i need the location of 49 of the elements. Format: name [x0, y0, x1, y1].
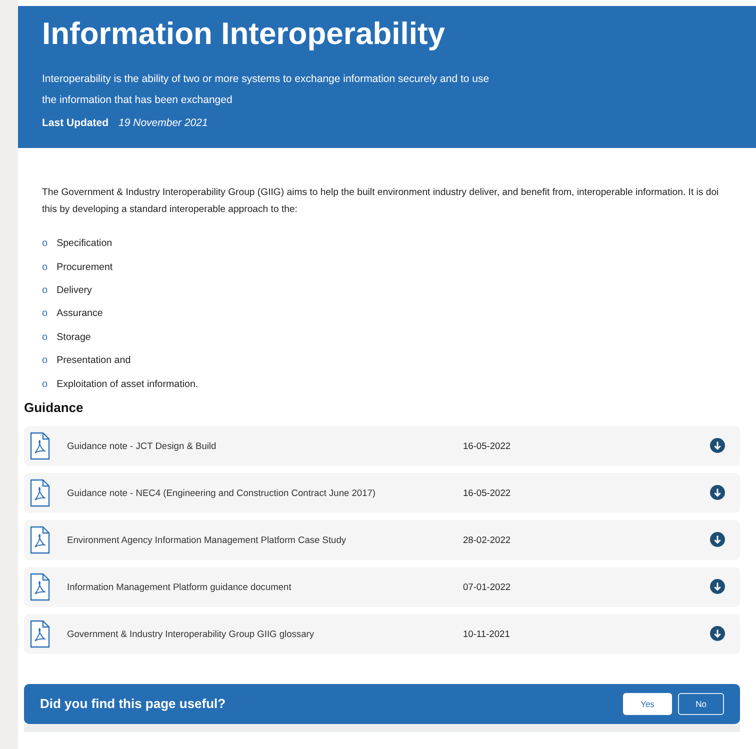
page-title: Information Interoperability	[42, 16, 446, 52]
list-item: Assurance	[56, 308, 103, 320]
document-date: 16-05-2022	[463, 488, 512, 498]
bullet-marker: o	[42, 378, 48, 390]
pdf-file-icon	[30, 432, 50, 460]
bullet-marker: o	[42, 284, 48, 296]
document-row[interactable]: Guidance note - NEC4 (Engineering and Construction Contract June 2017) 16-05-2022	[24, 472, 740, 513]
document-title: Information Management Platform guidance document	[67, 582, 292, 592]
updated-date: 19 November 2021	[118, 117, 208, 129]
document-date: 28-02-2022	[463, 534, 512, 545]
intro-text: The Government & Industry Interoperability Group (GIIG) aims to help the built environment industry deliver, and benefit from, interoperable information. It is doi	[42, 186, 720, 200]
document-title: Guidance note - JCT Design & Build	[67, 440, 218, 451]
yes-button[interactable]: Yes	[623, 692, 672, 715]
list-item: Specification	[56, 238, 112, 250]
no-button[interactable]: No	[678, 692, 724, 715]
section-heading: Guidance	[24, 400, 84, 415]
download-icon[interactable]	[710, 438, 725, 454]
download-icon[interactable]	[710, 626, 725, 642]
list-item: Presentation and	[56, 355, 131, 366]
list-item: Storage	[56, 332, 91, 343]
pdf-file-icon	[30, 526, 50, 554]
list-item: Exploitation of asset information.	[56, 378, 198, 390]
list-item: Procurement	[56, 262, 113, 273]
document-date: 10-11-2021	[463, 628, 511, 639]
bullet-marker: o	[42, 332, 48, 343]
updated-label: Last Updated	[42, 117, 109, 129]
document-date: 16-05-2022	[463, 440, 512, 451]
document-title: Government & Industry Interoperability Group GIIG glossary	[67, 628, 315, 639]
document-row[interactable]: Government & Industry Interoperability Group GIIG glossary 10-11-2021	[24, 614, 740, 654]
pdf-file-icon	[30, 478, 50, 507]
download-icon[interactable]	[710, 579, 725, 594]
document-row[interactable]: Guidance note - JCT Design & Build 16-05-2022	[24, 426, 740, 466]
document-row[interactable]: Information Management Platform guidance document 07-01-2022	[24, 566, 740, 607]
document-title: Environment Agency Information Management Platform Case Study	[67, 534, 348, 545]
document-row[interactable]: Environment Agency Information Management Platform Case Study 28-02-2022	[24, 520, 740, 560]
bullet-marker: o	[42, 238, 48, 250]
bullet-marker: o	[42, 355, 48, 366]
feedback-question: Did you find this page useful?	[40, 696, 226, 712]
intro-text: this by developing a standard interoperable approach to the:	[42, 203, 298, 217]
bullet-marker: o	[42, 308, 48, 320]
document-date: 07-01-2022	[463, 582, 512, 592]
page-summary: Interoperability is the ability of two or more systems to exchange information securely and to use the information that has been exchanged	[42, 72, 490, 108]
bullet-marker: o	[42, 262, 48, 273]
pdf-file-icon	[30, 572, 50, 601]
pdf-file-icon	[30, 620, 50, 648]
list-item: Delivery	[56, 284, 92, 296]
document-title: Guidance note - NEC4 (Engineering and Construction Contract June 2017)	[67, 488, 377, 498]
download-icon[interactable]	[710, 485, 725, 500]
download-icon[interactable]	[710, 532, 725, 548]
